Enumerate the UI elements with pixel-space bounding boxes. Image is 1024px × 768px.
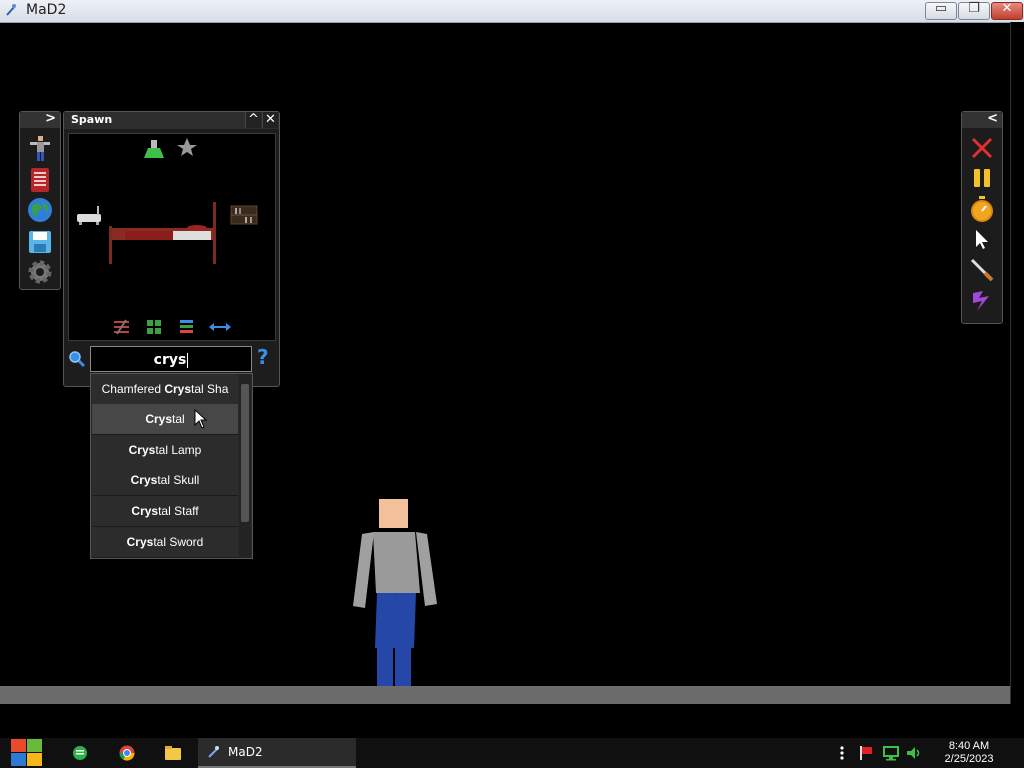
bookshelf-icon[interactable] [230,205,258,225]
flag-icon[interactable] [858,745,874,761]
ground-floor [0,686,1010,704]
globe-icon[interactable] [26,196,54,224]
taskbar-app-mad2[interactable]: MaD2 [198,738,356,768]
pointer-icon[interactable] [968,225,996,253]
folder-icon[interactable] [165,746,181,760]
window-title: MaD2 [26,2,67,18]
chrome-icon[interactable] [119,745,135,761]
star-icon[interactable] [177,138,197,156]
taskbar-app-label: MaD2 [228,745,263,759]
overflow-menu-icon[interactable] [839,745,845,761]
network-icon[interactable] [882,745,900,761]
scrollbar-thumb[interactable] [241,384,249,522]
close-panel-button[interactable]: ✕ [262,112,278,128]
settings-gear-icon[interactable] [26,258,54,286]
left-toolbar-header: > [20,111,60,128]
right-toolbar: < [961,111,1003,324]
close-button[interactable]: ✕ [991,1,1023,20]
mad2-app-icon [208,746,219,758]
pause-icon[interactable] [968,164,996,192]
search-results-dropdown: Chamfered Crystal Sha Crystal Crystal La… [90,373,253,559]
spawn-panel-title: Spawn [71,113,113,126]
ragdoll-icon[interactable] [26,134,54,162]
grid-view-icon[interactable] [147,320,161,334]
sliders-icon[interactable] [114,319,129,335]
taskbar: MaD2 8:40 AM 2/25/2023 [0,738,1024,768]
bed-icon[interactable] [109,202,216,264]
result-item[interactable]: Crystal [92,404,238,435]
spawn-panel: Spawn ^ ✕ crys ? [63,111,280,387]
result-item[interactable]: Crystal Sword [92,527,238,558]
mouse-cursor-icon [194,409,208,429]
expand-toggle[interactable]: > [45,111,56,126]
search-icon [69,351,86,368]
search-row: crys ? [64,344,279,374]
window-right-edge [1010,22,1024,704]
book-icon[interactable] [26,166,54,194]
windows-start-icon[interactable] [10,738,44,768]
clock-date: 2/25/2023 [944,753,994,765]
stopwatch-icon[interactable] [968,195,996,223]
spawn-panel-header: Spawn ^ ✕ [64,112,279,129]
knife-icon[interactable] [968,256,996,284]
window-bottom-area [0,704,1024,738]
results-scrollbar[interactable] [239,374,251,558]
right-toolbar-header: < [962,111,1002,128]
minimize-button[interactable]: ▭ [925,1,957,20]
chat-app-icon[interactable] [72,745,88,761]
result-item[interactable]: Crystal Lamp [92,435,238,466]
system-clock[interactable]: 8:40 AM 2/25/2023 [936,740,1002,766]
lightning-icon[interactable] [968,286,996,314]
result-item[interactable]: Chamfered Crystal Sha [92,374,238,405]
result-item[interactable]: Crystal Skull [92,465,238,496]
collapse-toggle[interactable]: < [987,111,998,126]
list-view-icon[interactable] [180,320,193,333]
left-toolbar: > [19,111,61,290]
ragdoll-character[interactable] [350,498,440,686]
spawn-preview[interactable] [68,133,276,341]
save-icon[interactable] [26,228,54,256]
collapse-button[interactable]: ^ [245,112,261,128]
bathtub-icon[interactable] [77,206,101,225]
swap-arrows-icon[interactable] [209,323,231,331]
text-caret [187,352,189,368]
app-icon [6,4,16,16]
clock-time: 8:40 AM [948,740,990,752]
result-item[interactable]: Crystal Staff [92,496,238,527]
clear-x-icon[interactable] [968,134,996,162]
window-titlebar: MaD2 ▭ ❐ ✕ [0,0,1024,23]
search-input[interactable]: crys [90,346,252,372]
volume-icon[interactable] [905,745,923,761]
restore-button[interactable]: ❐ [958,1,990,20]
help-icon[interactable]: ? [257,345,269,369]
flask-icon[interactable] [144,140,164,158]
